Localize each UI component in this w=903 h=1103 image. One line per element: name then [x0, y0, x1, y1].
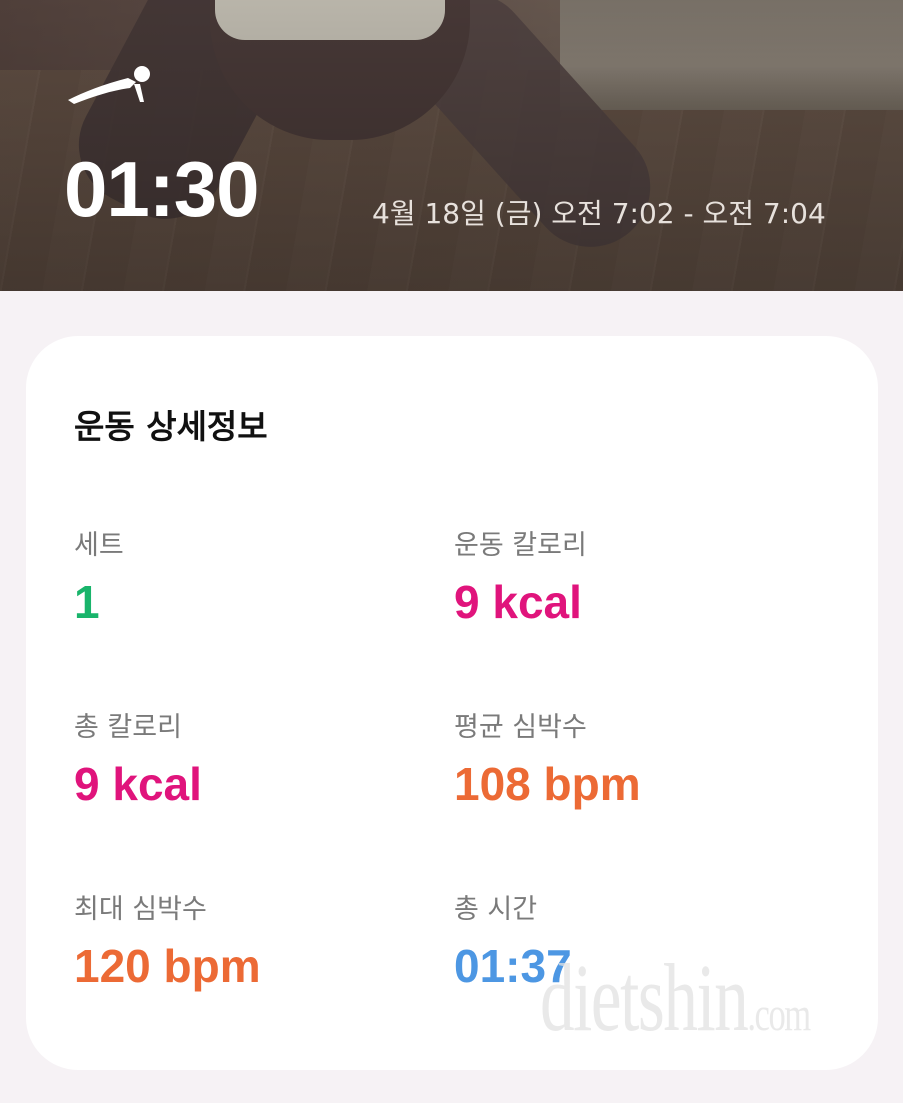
stat-label: 운동 칼로리 [454, 530, 587, 561]
workout-hero-image: 01:30 4월 18일 (금) 오전 7:02 - 오전 7:04 [0, 0, 903, 291]
card-title: 운동 상세정보 [74, 407, 268, 446]
stat-value: 1 [74, 576, 100, 628]
stat-total-calories: 총 칼로리 9 kcal [74, 714, 202, 807]
watermark: dietshin.com [540, 950, 811, 1046]
watermark-text: dietshin [540, 944, 749, 1051]
stat-value: 120 bpm [74, 940, 261, 992]
stat-sets: 세트 1 [74, 532, 124, 625]
stat-value: 9 kcal [454, 576, 582, 628]
stat-value: 108 bpm [454, 758, 641, 810]
stat-label: 최대 심박수 [74, 894, 207, 925]
plank-icon [68, 66, 150, 104]
stat-max-heart-rate: 최대 심박수 120 bpm [74, 896, 261, 989]
stat-value: 9 kcal [74, 758, 202, 810]
workout-duration: 01:30 [64, 145, 259, 233]
stat-exercise-calories: 운동 칼로리 9 kcal [454, 532, 587, 625]
watermark-suffix: .com [747, 988, 811, 1041]
stat-label: 총 칼로리 [74, 712, 182, 743]
stat-label: 세트 [74, 530, 124, 561]
stat-avg-heart-rate: 평균 심박수 108 bpm [454, 714, 641, 807]
stat-label: 평균 심박수 [454, 712, 587, 743]
stat-label: 총 시간 [454, 894, 538, 925]
workout-datetime-range: 4월 18일 (금) 오전 7:02 - 오전 7:04 [372, 197, 826, 230]
